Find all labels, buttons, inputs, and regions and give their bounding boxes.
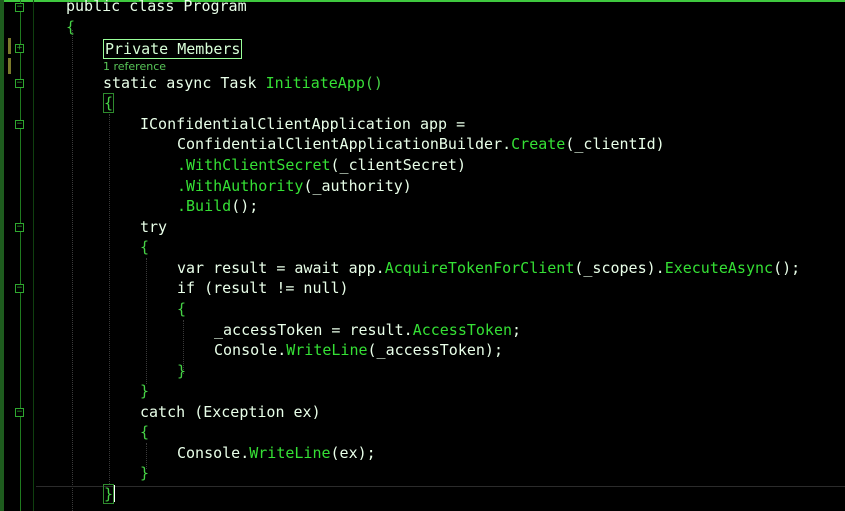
outlining-line — [20, 0, 21, 511]
code-line-try-close[interactable]: } — [140, 381, 149, 401]
code-line-if-open[interactable]: { — [177, 299, 186, 319]
acquire-args: (_scopes). — [574, 259, 665, 277]
catch-open-brace: { — [140, 423, 150, 441]
collapse-try-icon[interactable]: − — [15, 223, 24, 232]
code-line-try-open[interactable]: { — [140, 237, 149, 257]
if-condition: (result != null) — [204, 279, 349, 297]
code-line-if-close[interactable]: } — [177, 361, 186, 381]
method-modifiers: static async — [103, 74, 221, 92]
method-parens: () — [364, 74, 383, 92]
console-object: Console. — [214, 341, 287, 359]
writeline-fn: WriteLine — [249, 444, 331, 462]
collapse-method-icon[interactable]: − — [15, 79, 24, 88]
with-authority-fn: .WithAuthority — [177, 177, 304, 195]
method-close-brace: } — [103, 484, 115, 504]
method-return-type: Task — [220, 74, 266, 92]
code-line-builder[interactable]: ConfidentialClientApplicationBuilder.Cre… — [177, 134, 665, 154]
acquire-token-fn: AcquireTokenForClient — [384, 259, 575, 277]
builder-type: ConfidentialClientApplicationBuilder — [177, 135, 503, 153]
collapse-catch-icon[interactable]: − — [15, 408, 24, 417]
current-line-highlight — [36, 486, 845, 487]
expand-region-icon[interactable]: + — [15, 44, 24, 53]
with-secret-fn: .WithClientSecret — [177, 156, 331, 174]
app-decl-type: IConfidentialClientApplication — [140, 115, 420, 133]
catch-close-brace: } — [140, 464, 150, 482]
class-open-brace: { — [66, 18, 76, 36]
collapse-statement-icon[interactable]: − — [15, 120, 24, 129]
if-close-brace: } — [177, 362, 187, 380]
code-line-try[interactable]: try — [140, 217, 167, 237]
method-open-brace: { — [103, 93, 115, 113]
with-secret-args: (_clientSecret) — [330, 156, 466, 174]
if-keyword: if — [177, 279, 205, 297]
code-line-open-method[interactable]: { — [103, 93, 115, 113]
writeline-args: (_accessToken); — [367, 341, 503, 359]
code-editor[interactable]: − + − − − − − public class Program { Pri… — [0, 0, 845, 511]
text-cursor — [114, 485, 116, 502]
class-declaration: public class Program — [66, 0, 247, 15]
code-line-with-authority[interactable]: .WithAuthority(_authority) — [177, 176, 412, 196]
code-line-region[interactable]: Private Members — [103, 39, 243, 59]
code-line-catch[interactable]: catch (Exception ex) — [140, 402, 321, 422]
builder-args: (_clientId) — [565, 135, 665, 153]
access-assign: _accessToken = result. — [214, 321, 413, 339]
var-keyword: var — [177, 259, 214, 277]
execute-args: (); — [773, 259, 801, 277]
collapse-if-icon[interactable]: − — [15, 284, 24, 293]
code-line-console-writeline-2[interactable]: Console.WriteLine(ex); — [177, 443, 376, 463]
result-assign: result = await app. — [213, 259, 385, 277]
code-line-catch-close[interactable]: } — [140, 463, 149, 483]
code-line-build[interactable]: .Build(); — [177, 196, 258, 216]
code-line-class[interactable]: public class Program — [66, 0, 247, 16]
margin-line — [33, 0, 34, 511]
code-line-method-close[interactable]: } — [103, 484, 116, 504]
collapse-class-icon[interactable]: − — [15, 3, 24, 12]
if-open-brace: { — [177, 300, 187, 318]
execute-async-fn: ExecuteAsync — [664, 259, 774, 277]
change-marker — [8, 38, 11, 54]
builder-create: Create — [511, 135, 566, 153]
build-args: (); — [231, 197, 259, 215]
code-line-catch-open[interactable]: { — [140, 422, 149, 442]
app-decl-rest: app = — [419, 115, 466, 133]
code-line-acquire-token[interactable]: var result = await app.AcquireTokenForCl… — [177, 258, 800, 278]
indent-guide — [109, 114, 110, 484]
try-close-brace: } — [140, 382, 150, 400]
code-line-console-writeline-1[interactable]: Console.WriteLine(_accessToken); — [214, 340, 503, 360]
with-authority-args: (_authority) — [303, 177, 412, 195]
console-object: Console. — [177, 444, 250, 462]
code-line-with-secret[interactable]: .WithClientSecret(_clientSecret) — [177, 155, 466, 175]
code-line-app-decl[interactable]: IConfidentialClientApplication app = — [140, 114, 465, 134]
catch-keyword: catch — [140, 403, 195, 421]
writeline-fn: WriteLine — [286, 341, 368, 359]
code-line-open-class[interactable]: { — [66, 17, 75, 37]
builder-dot: . — [502, 135, 512, 153]
codelens-references[interactable]: 1 reference — [103, 60, 166, 74]
change-marker — [8, 58, 11, 74]
writeline-args: (ex); — [330, 444, 376, 462]
code-line-if[interactable]: if (result != null) — [177, 278, 349, 298]
indent-guide — [146, 258, 147, 384]
code-line-method-signature[interactable]: static async Task InitiateApp() — [103, 73, 383, 93]
access-token-prop: AccessToken — [412, 321, 513, 339]
catch-args: (Exception ex) — [194, 403, 321, 421]
build-fn: .Build — [177, 197, 232, 215]
method-name: InitiateApp — [265, 74, 365, 92]
code-line-access-token[interactable]: _accessToken = result.AccessToken; — [214, 320, 521, 340]
try-keyword: try — [140, 218, 168, 236]
access-semicolon: ; — [512, 321, 522, 339]
try-open-brace: { — [140, 238, 150, 256]
collapsed-region[interactable]: Private Members — [103, 39, 243, 59]
indent-guide — [72, 30, 73, 511]
gutter-stripe — [0, 0, 4, 511]
